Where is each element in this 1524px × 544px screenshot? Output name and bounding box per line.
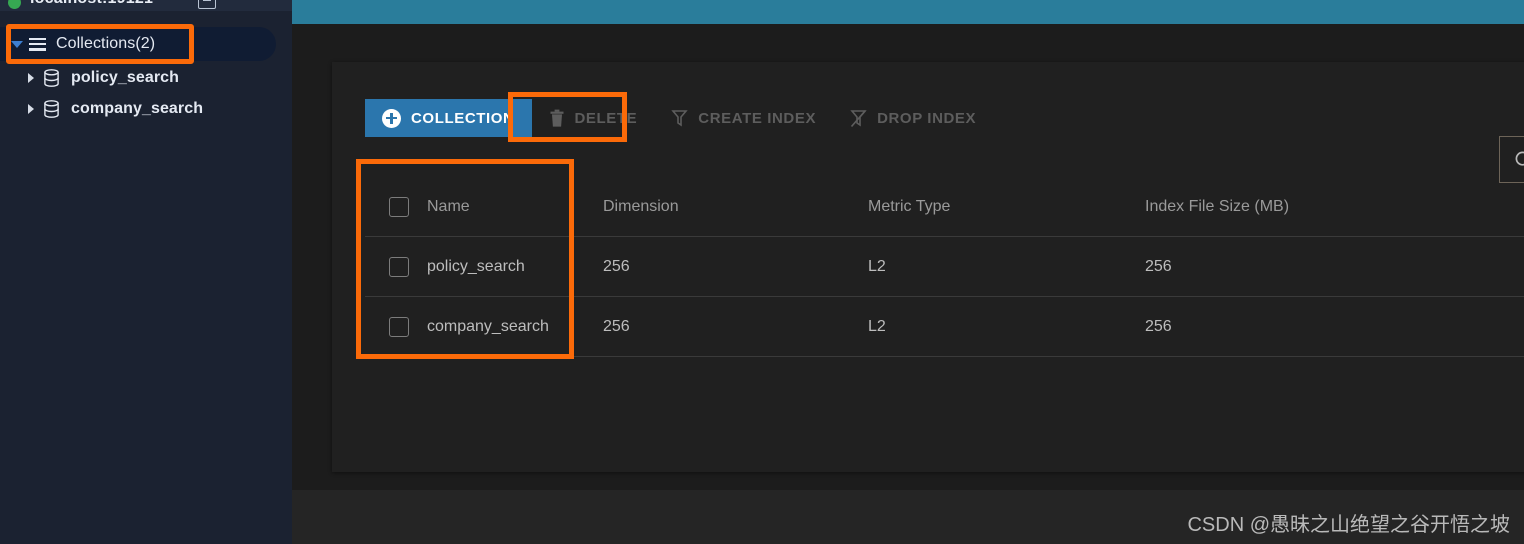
table-row[interactable]: policy_search 256 L2 256: [365, 237, 1524, 297]
list-icon: [29, 37, 46, 51]
cell-metric-type: L2: [868, 317, 886, 335]
column-header-metric-type: Metric Type: [868, 197, 951, 215]
database-icon: [43, 100, 60, 118]
cell-dimension: 256: [603, 257, 630, 275]
table-row[interactable]: company_search 256 L2 256: [365, 297, 1524, 357]
create-index-button[interactable]: CREATE INDEX: [654, 99, 833, 137]
search-input[interactable]: [1500, 137, 1524, 182]
app-root: localhost:19121 Collections(2) policy_se…: [0, 0, 1524, 544]
index-off-icon: [850, 109, 867, 128]
select-all-checkbox[interactable]: [389, 196, 409, 217]
search-box[interactable]: [1499, 136, 1524, 183]
cell-dimension: 256: [603, 317, 630, 335]
sidebar-item-label: Collections(2): [56, 35, 156, 52]
main-panel: COLLECTION DELETE CREATE INDEX DROP INDE…: [292, 0, 1524, 544]
plus-circle-icon: [382, 108, 401, 128]
row-name-cell: policy_search: [365, 256, 603, 277]
copy-icon[interactable]: [198, 0, 216, 9]
cell-index-file-size: 256: [1145, 257, 1172, 275]
cell-index-file-size: 256: [1145, 317, 1172, 335]
sidebar-item-policy-search[interactable]: policy_search: [0, 61, 292, 95]
sidebar-item-label: company_search: [71, 100, 204, 117]
column-header-index-file-size: Index File Size (MB): [1145, 197, 1290, 215]
sidebar-item-company-search[interactable]: company_search: [0, 92, 292, 126]
drop-index-button[interactable]: DROP INDEX: [833, 99, 993, 137]
table-header-name-cell: Name: [365, 196, 603, 217]
row-checkbox[interactable]: [389, 316, 409, 337]
sidebar-item-label: policy_search: [71, 69, 180, 86]
sidebar: localhost:19121 Collections(2) policy_se…: [0, 0, 292, 544]
table-header-row: Name Dimension Metric Type Index File Si…: [365, 177, 1524, 237]
chevron-down-icon[interactable]: [11, 40, 23, 48]
create-collection-button[interactable]: COLLECTION: [365, 99, 532, 137]
row-name-cell: company_search: [365, 316, 603, 337]
status-dot-online-icon: [8, 0, 21, 9]
drop-index-label: DROP INDEX: [877, 109, 977, 127]
create-collection-label: COLLECTION: [411, 109, 515, 127]
index-icon: [671, 109, 688, 128]
connection-status-bar: localhost:19121: [0, 0, 292, 11]
create-index-label: CREATE INDEX: [698, 109, 817, 127]
chevron-right-icon[interactable]: [28, 104, 34, 114]
delete-label: DELETE: [574, 109, 638, 127]
row-checkbox[interactable]: [389, 256, 409, 277]
database-icon: [43, 69, 60, 87]
cell-name: company_search: [427, 317, 549, 335]
cell-name: policy_search: [427, 257, 525, 275]
collections-toolbar: COLLECTION DELETE CREATE INDEX DROP INDE…: [365, 99, 993, 137]
collections-card: COLLECTION DELETE CREATE INDEX DROP INDE…: [332, 62, 1524, 472]
connection-host-label: localhost:19121: [30, 0, 153, 8]
column-header-dimension: Dimension: [603, 197, 679, 215]
sidebar-item-collections[interactable]: Collections(2): [0, 27, 276, 61]
chevron-right-icon[interactable]: [28, 73, 34, 83]
app-header-bar: [292, 0, 1524, 24]
cell-metric-type: L2: [868, 257, 886, 275]
delete-button[interactable]: DELETE: [532, 99, 655, 137]
content-area: COLLECTION DELETE CREATE INDEX DROP INDE…: [292, 24, 1524, 490]
trash-icon: [549, 109, 565, 128]
column-header-name: Name: [427, 197, 470, 215]
collections-table: Name Dimension Metric Type Index File Si…: [365, 177, 1524, 357]
watermark-label: CSDN @愚昧之山绝望之谷开悟之坡: [1187, 514, 1510, 536]
